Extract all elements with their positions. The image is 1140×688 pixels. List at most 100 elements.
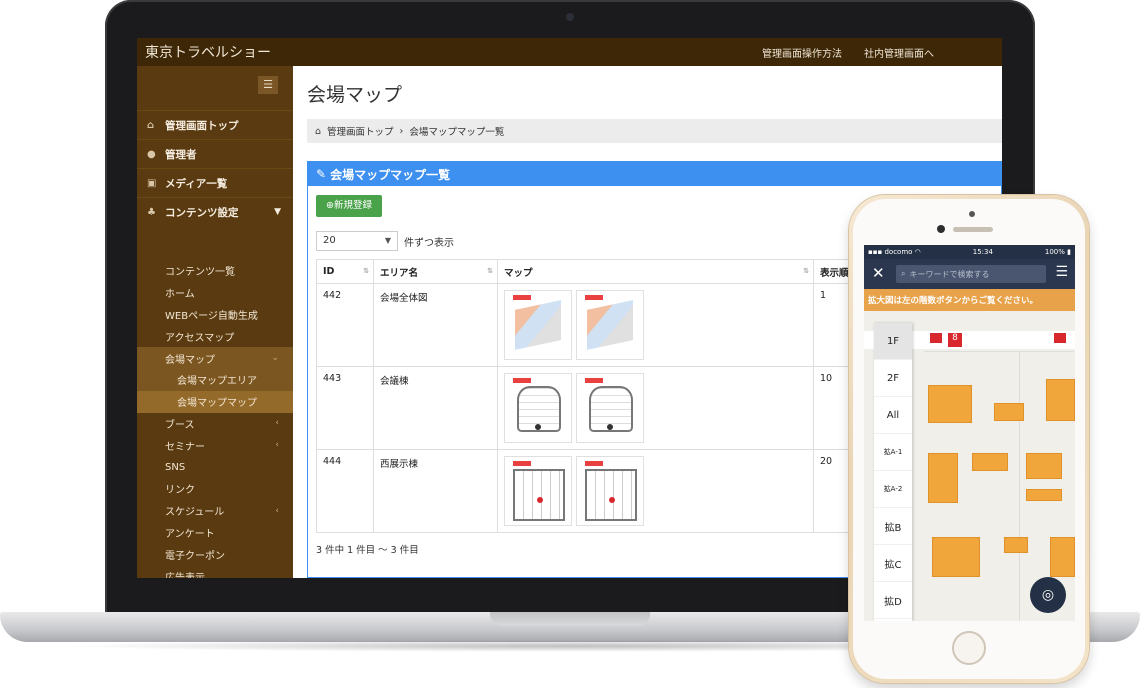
- sidebar-item-schedule[interactable]: スケジュール ‹: [137, 500, 293, 522]
- chevron-down-icon: ▼: [384, 236, 391, 245]
- map-thumbnail[interactable]: [576, 373, 644, 443]
- crosshair-icon: ◎: [1041, 587, 1055, 603]
- brand-title: 東京トラベルショー: [145, 45, 271, 61]
- sidebar-item-content-settings[interactable]: ♣ コンテンツ設定 ▼: [137, 197, 293, 226]
- sidebar-item-access-map[interactable]: アクセスマップ: [137, 325, 293, 347]
- sidebar-item-media[interactable]: ▣ メディア一覧: [137, 168, 293, 197]
- cell-area: 会場全体図: [373, 283, 498, 367]
- floor-button-b[interactable]: 拡B: [874, 508, 912, 545]
- locate-button[interactable]: ◎: [1030, 577, 1066, 613]
- chevron-down-icon: ⌄: [271, 353, 279, 364]
- sidebar-item-label: SNS: [165, 461, 186, 473]
- sidebar-item-label: 会場マップ: [165, 354, 215, 366]
- home-button[interactable]: [952, 631, 986, 665]
- sidebar-item-ads[interactable]: 広告表示: [137, 565, 293, 578]
- battery-text: 100%: [1044, 248, 1065, 256]
- signal-icon: ▪▪▪: [868, 248, 883, 256]
- new-register-button[interactable]: ⊕新規登録: [316, 195, 382, 217]
- sidebar-item-label: WEBページ自動生成: [165, 310, 258, 322]
- floor-menu: 1F 2F All 拡A-1 拡A-2 拡B 拡C 拡D: [874, 323, 912, 621]
- sidebar-item-home[interactable]: ホーム: [137, 282, 293, 304]
- sort-icon: ⇅: [803, 267, 809, 275]
- booth-block[interactable]: [1050, 537, 1075, 577]
- panel-header: ✎ 会場マップマップ一覧: [308, 162, 1001, 186]
- sidebar-item-label: 広告表示: [165, 569, 205, 578]
- sidebar-item-survey[interactable]: アンケート: [137, 522, 293, 544]
- column-header-id[interactable]: ID ⇅: [316, 259, 374, 284]
- sidebar-item-sns[interactable]: SNS: [137, 456, 293, 478]
- topnav-internal-link[interactable]: 社内管理画面へ: [864, 45, 934, 60]
- column-header-map[interactable]: マップ ⇅: [497, 259, 814, 284]
- sidebar-item-label: ホーム: [165, 289, 195, 301]
- per-page-control: 20 ▼ 件ずつ表示: [316, 231, 454, 251]
- close-icon[interactable]: ✕: [872, 264, 885, 282]
- floor-button-d[interactable]: 拡D: [874, 582, 912, 619]
- sidebar-item-label: リンク: [165, 485, 195, 497]
- sidebar-toggle-button[interactable]: ☰: [258, 76, 278, 94]
- floor-button-1f[interactable]: 1F: [874, 323, 912, 360]
- cell-id: 444: [316, 449, 374, 533]
- booth-block[interactable]: [1026, 489, 1062, 501]
- sidebar-item-label: メディア一覧: [165, 177, 228, 190]
- page-title: 会場マップ: [307, 84, 403, 106]
- floor-button-2f[interactable]: 2F: [874, 360, 912, 397]
- mobile-screen: ▪▪▪ docomo ◠ 15:34 100% ▮ ✕ ⌕ キーワードで検索する…: [864, 245, 1075, 621]
- sidebar-item-admin-top[interactable]: ⌂ 管理画面トップ: [137, 110, 293, 139]
- status-bar: ▪▪▪ docomo ◠ 15:34 100% ▮: [864, 245, 1075, 259]
- sidebar-item-label: アンケート: [165, 528, 215, 540]
- home-icon: ⌂: [147, 119, 155, 131]
- image-icon: ▣: [147, 177, 157, 189]
- floor-button-all[interactable]: All: [874, 397, 912, 434]
- booth-block[interactable]: [994, 403, 1024, 421]
- booth-block[interactable]: [972, 453, 1008, 471]
- floor-button-c[interactable]: 拡C: [874, 545, 912, 582]
- column-header-area[interactable]: エリア名 ⇅: [373, 259, 498, 284]
- map-thumbnail[interactable]: [504, 373, 572, 443]
- map-thumbnail[interactable]: [576, 456, 644, 526]
- map-thumbnail[interactable]: [504, 290, 572, 360]
- sidebar-item-label: 会場マップエリア: [177, 376, 257, 388]
- floor-button-a2[interactable]: 拡A-2: [874, 471, 912, 508]
- front-camera: [969, 211, 975, 217]
- sidebar-item-seminar[interactable]: セミナー ‹: [137, 434, 293, 456]
- sidebar-item-venue-map-map[interactable]: 会場マップマップ: [137, 390, 293, 413]
- breadcrumb-link-top[interactable]: 管理画面トップ: [327, 124, 394, 138]
- floor-button-a1[interactable]: 拡A-1: [874, 434, 912, 471]
- user-icon: ●: [147, 148, 156, 160]
- wifi-icon: ◠: [914, 248, 921, 256]
- sidebar-item-coupon[interactable]: 電子クーポン: [137, 543, 293, 565]
- booth-block[interactable]: [1004, 537, 1028, 553]
- sidebar-item-venue-map[interactable]: 会場マップ ⌄: [137, 347, 293, 369]
- sidebar-item-label: セミナー: [165, 441, 205, 453]
- map-thumbnail[interactable]: [576, 290, 644, 360]
- menu-icon[interactable]: ☰: [1055, 264, 1068, 280]
- chevron-left-icon: ‹: [275, 418, 279, 429]
- topnav-help-link[interactable]: 管理画面操作方法: [762, 45, 842, 60]
- sidebar-item-booth[interactable]: ブース ‹: [137, 413, 293, 435]
- cell-id: 443: [316, 366, 374, 450]
- sidebar-item-content-list[interactable]: コンテンツ一覧: [137, 260, 293, 282]
- per-page-value: 20: [323, 235, 336, 246]
- booth-block[interactable]: [1026, 453, 1062, 479]
- carrier-label: ▪▪▪ docomo ◠: [868, 248, 921, 256]
- top-nav: 管理画面操作方法 社内管理画面へ: [762, 45, 934, 60]
- booth-block[interactable]: [1046, 379, 1075, 421]
- map-thumbnail[interactable]: [504, 456, 572, 526]
- sidebar-item-admins[interactable]: ● 管理者: [137, 139, 293, 168]
- admin-topbar: 東京トラベルショー 管理画面操作方法 社内管理画面へ: [137, 38, 1002, 66]
- booth-block[interactable]: [928, 453, 958, 503]
- search-placeholder: キーワードで検索する: [909, 269, 990, 279]
- booth-block[interactable]: [928, 385, 972, 423]
- sidebar-item-web-autogen[interactable]: WEBページ自動生成: [137, 304, 293, 326]
- sidebar-item-venue-map-area[interactable]: 会場マップエリア: [137, 368, 293, 391]
- sidebar-item-label: アクセスマップ: [165, 332, 235, 344]
- home-icon: ⌂: [315, 125, 322, 137]
- map-marker: [930, 333, 942, 343]
- mobile-search-input[interactable]: ⌕ キーワードで検索する: [896, 265, 1046, 283]
- sidebar-sub-nav: コンテンツ一覧 ホーム WEBページ自動生成 アクセスマップ 会場マップ ⌄ 会場…: [137, 260, 293, 578]
- sidebar-item-link[interactable]: リンク: [137, 478, 293, 500]
- chevron-down-icon: ▼: [274, 207, 281, 217]
- per-page-select[interactable]: 20 ▼: [316, 231, 398, 251]
- booth-block[interactable]: [932, 537, 980, 577]
- new-register-label: 新規登録: [333, 200, 372, 211]
